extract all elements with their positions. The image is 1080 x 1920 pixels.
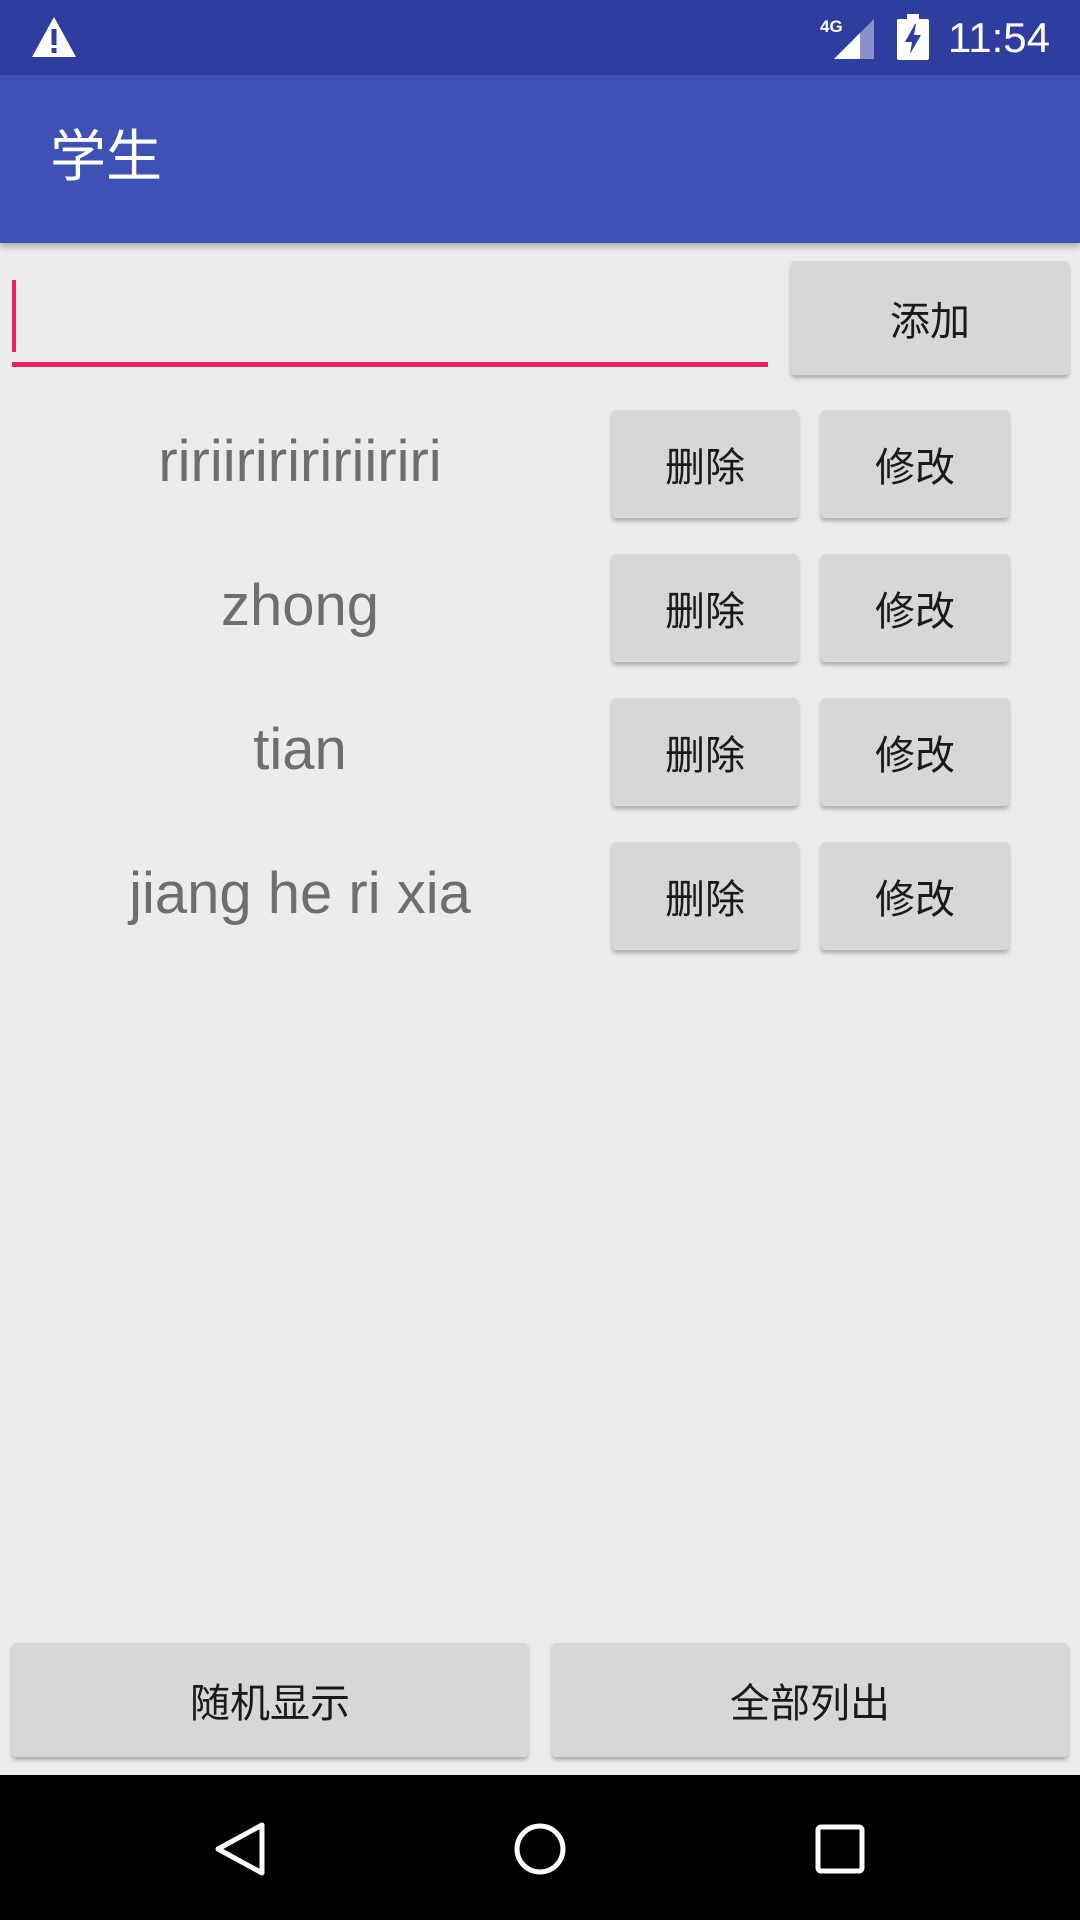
back-icon[interactable] bbox=[212, 1821, 268, 1877]
student-name: ririiririririiriri bbox=[158, 429, 442, 494]
signal-icon: 4G bbox=[820, 17, 874, 59]
warning-icon bbox=[32, 17, 76, 57]
delete-button[interactable]: 删除 bbox=[612, 698, 798, 806]
text-cursor bbox=[12, 280, 16, 352]
edit-button[interactable]: 修改 bbox=[821, 410, 1009, 518]
network-type-label: 4G bbox=[820, 17, 843, 36]
navigation-bar bbox=[0, 1775, 1080, 1920]
list-item: tian 删除 修改 bbox=[0, 698, 1080, 842]
edit-button[interactable]: 修改 bbox=[821, 554, 1009, 662]
delete-button[interactable]: 删除 bbox=[612, 410, 798, 518]
student-name-input[interactable] bbox=[12, 283, 768, 367]
status-bar: 4G 11:54 bbox=[0, 0, 1080, 75]
student-name: jiang he ri xia bbox=[129, 861, 471, 926]
battery-charging-icon bbox=[897, 14, 929, 60]
edit-button[interactable]: 修改 bbox=[821, 698, 1009, 806]
list-item: ririiririririiriri 删除 修改 bbox=[0, 410, 1080, 554]
delete-button[interactable]: 删除 bbox=[612, 842, 798, 950]
app-bar: 学生 bbox=[0, 75, 1080, 243]
list-item: jiang he ri xia 删除 修改 bbox=[0, 842, 1080, 986]
list-all-button[interactable]: 全部列出 bbox=[552, 1643, 1068, 1757]
list-item: zhong 删除 修改 bbox=[0, 554, 1080, 698]
add-button[interactable]: 添加 bbox=[791, 261, 1069, 375]
random-display-button[interactable]: 随机显示 bbox=[12, 1643, 528, 1757]
home-icon[interactable] bbox=[512, 1821, 568, 1877]
app-title: 学生 bbox=[50, 125, 162, 190]
student-name: zhong bbox=[220, 573, 380, 638]
main-content: 添加 ririiririririiriri 删除 修改 zhong 删除 修改 … bbox=[0, 243, 1080, 1775]
delete-button[interactable]: 删除 bbox=[612, 554, 798, 662]
clock: 11:54 bbox=[948, 14, 1050, 61]
student-name: tian bbox=[253, 717, 347, 782]
edit-button[interactable]: 修改 bbox=[821, 842, 1009, 950]
recents-icon[interactable] bbox=[815, 1824, 865, 1874]
